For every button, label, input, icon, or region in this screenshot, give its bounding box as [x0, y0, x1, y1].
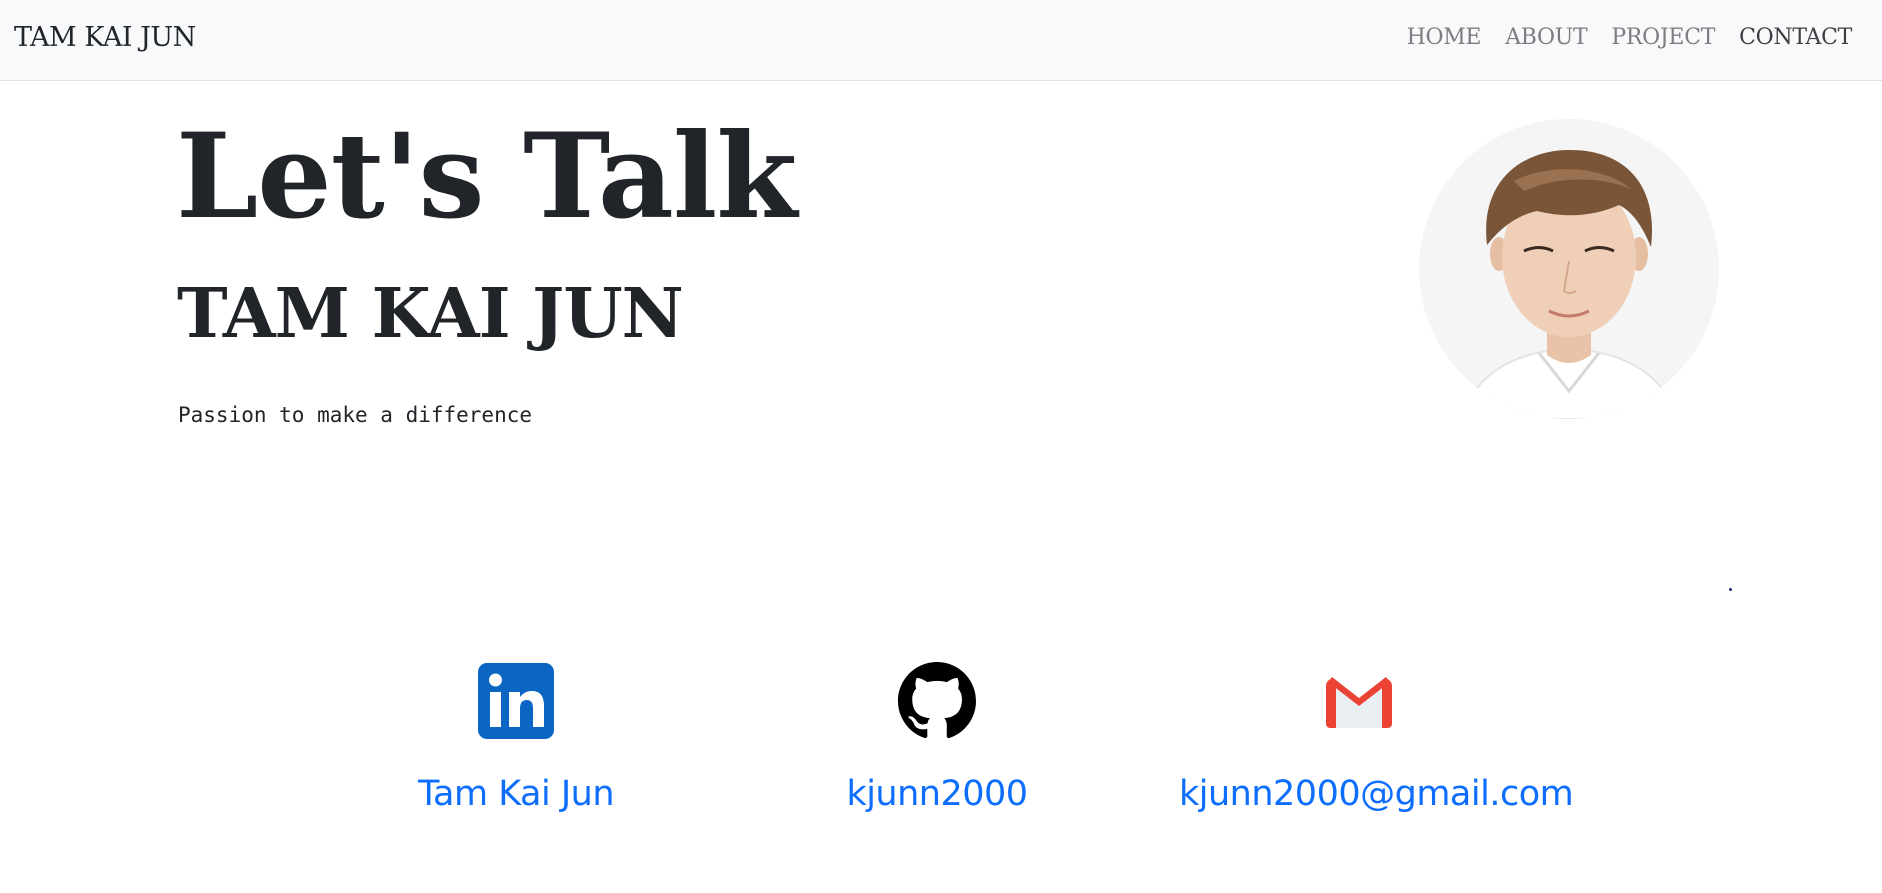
brand-link[interactable]: TAM KAI JUN	[14, 22, 196, 53]
nav-link-about[interactable]: ABOUT	[1505, 25, 1588, 50]
linkedin-link[interactable]: Tam Kai Jun	[336, 774, 696, 814]
github-icon[interactable]	[898, 662, 976, 740]
linkedin-icon[interactable]	[477, 662, 555, 740]
nav-link-project[interactable]: PROJECT	[1611, 25, 1715, 50]
nav-link-contact[interactable]: CONTACT	[1739, 25, 1852, 50]
avatar	[1419, 119, 1719, 419]
email-link[interactable]: kjunn2000@gmail.com	[1179, 774, 1574, 814]
contact-email: kjunn2000@gmail.com	[1179, 662, 1574, 814]
contact-github: kjunn2000	[757, 662, 1117, 814]
nav-link-home[interactable]: HOME	[1407, 25, 1482, 50]
navbar: TAM KAI JUN HOME ABOUT PROJECT CONTACT	[0, 0, 1882, 81]
hero-name: TAM KAI JUN	[177, 274, 684, 354]
nav-links: HOME ABOUT PROJECT CONTACT	[1407, 25, 1853, 50]
profile-photo	[1419, 119, 1719, 419]
contact-linkedin: Tam Kai Jun	[336, 662, 696, 814]
gmail-icon[interactable]	[1320, 662, 1398, 740]
tagline: Passion to make a difference	[178, 403, 533, 427]
github-link[interactable]: kjunn2000	[757, 774, 1117, 814]
decorative-dot	[1729, 588, 1732, 591]
page-title: Let's Talk	[176, 107, 797, 245]
